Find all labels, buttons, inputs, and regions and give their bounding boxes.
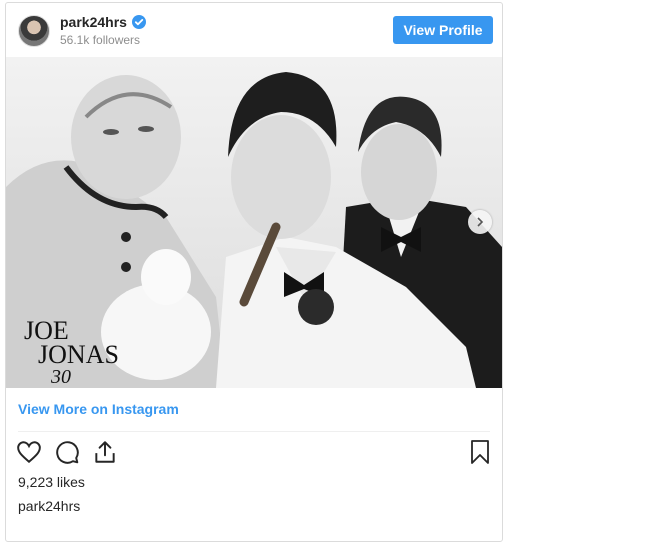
post-photo[interactable]: JOE JONAS 30: [6, 57, 502, 388]
photo-booth-image: JOE JONAS 30: [6, 57, 502, 388]
view-profile-button[interactable]: View Profile: [393, 16, 493, 44]
instagram-embed: park24hrs 56.1k followers View Profile J…: [5, 2, 503, 542]
next-photo-button[interactable]: [468, 210, 492, 234]
heart-icon[interactable]: [16, 439, 42, 465]
followers-count: 56.1k followers: [60, 33, 141, 47]
username-row: park24hrs: [60, 14, 146, 30]
share-icon[interactable]: [92, 439, 118, 465]
comment-icon[interactable]: [54, 439, 80, 465]
divider: [18, 431, 490, 432]
view-more-link[interactable]: View More on Instagram: [18, 401, 179, 417]
caption-username[interactable]: park24hrs: [18, 498, 80, 514]
chevron-right-icon: [477, 217, 484, 227]
bookmark-icon[interactable]: [468, 439, 492, 465]
logo-line-2: JONAS: [38, 340, 119, 369]
logo-line-3: 30: [50, 366, 71, 388]
post-header: park24hrs 56.1k followers View Profile: [6, 3, 502, 57]
likes-count: 9,223 likes: [18, 474, 85, 490]
avatar[interactable]: [18, 15, 50, 47]
verified-badge-icon: [131, 15, 146, 29]
username[interactable]: park24hrs: [60, 14, 127, 30]
action-bar: [16, 439, 118, 465]
